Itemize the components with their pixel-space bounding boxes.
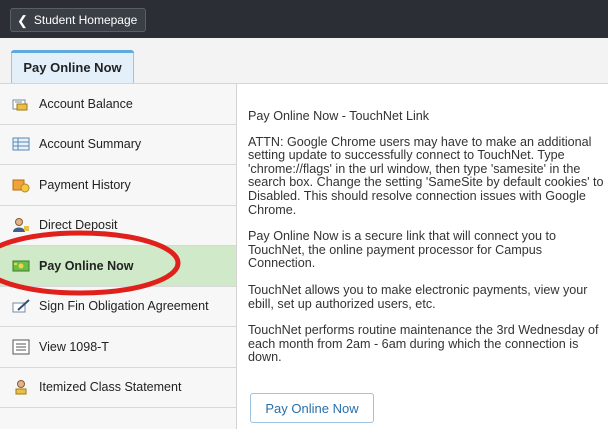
sidebar-nav: Account Balance Account Summary Payment … [0,84,237,429]
tab-strip: Pay Online Now [0,38,608,84]
tab-label: Pay Online Now [23,59,122,75]
sidebar-item-label: Itemized Class Statement [39,380,182,395]
sidebar-item-account-balance[interactable]: Account Balance [0,84,236,125]
sidebar-item-label: Account Balance [39,96,133,111]
sidebar-item-label: Sign Fin Obligation Agreement [39,299,209,314]
folder-coins-icon [12,177,30,193]
tab-pay-online-now[interactable]: Pay Online Now [11,50,134,83]
person-statement-icon [12,379,30,395]
sidebar-item-direct-deposit[interactable]: Direct Deposit [0,206,236,246]
content-title: Pay Online Now - TouchNet Link [248,109,430,123]
sidebar-item-label: Payment History [39,177,131,192]
person-icon [12,217,30,233]
maintenance-text: TouchNet performs routine maintenance th… [248,323,599,365]
top-header-bar: ❮ Student Homepage [0,0,608,38]
coin-stack-icon [12,96,30,112]
sidebar-item-label: View 1098-T [39,339,109,354]
student-homepage-back-button[interactable]: ❮ Student Homepage [10,8,147,32]
pay-online-now-button[interactable]: Pay Online Now [250,393,374,423]
chevron-left-icon: ❮ [17,12,28,28]
table-icon [12,136,30,152]
sidebar-item-label: Account Summary [39,137,142,152]
pen-sign-icon [12,298,30,314]
secure-link-text: Pay Online Now is a secure link that wil… [248,229,556,271]
sidebar-item-itemized-class-statement[interactable]: Itemized Class Statement [0,368,236,408]
sidebar-item-pay-online-now[interactable]: Pay Online Now [0,246,236,287]
back-button-label: Student Homepage [33,13,138,27]
sidebar-item-label: Direct Deposit [39,218,118,233]
sidebar-item-sign-fin-obligation-agreement[interactable]: Sign Fin Obligation Agreement [0,287,236,327]
money-card-icon [12,258,30,274]
touchnet-features-text: TouchNet allows you to make electronic p… [248,282,588,311]
main-content: Pay Online Now - TouchNet Link ATTN: Goo… [248,100,604,378]
list-icon [12,339,30,355]
sidebar-item-account-summary[interactable]: Account Summary [0,125,236,165]
chrome-notice-text: ATTN: Google Chrome users may have to ma… [248,134,604,217]
pay-button-label: Pay Online Now [265,400,359,416]
sidebar-item-payment-history[interactable]: Payment History [0,165,236,206]
sidebar-item-label: Pay Online Now [39,258,134,273]
sidebar-item-view-1098-t[interactable]: View 1098-T [0,327,236,368]
